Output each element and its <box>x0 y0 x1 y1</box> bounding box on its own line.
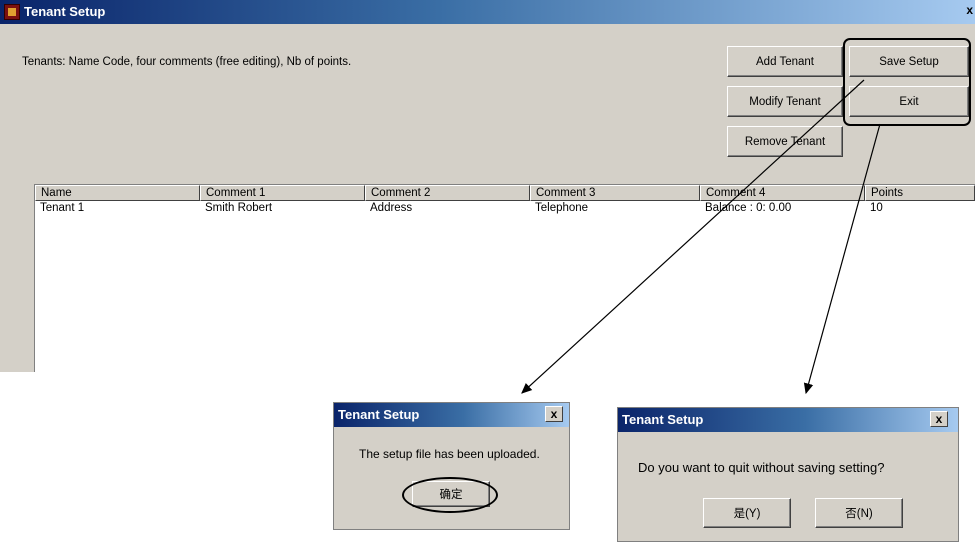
cell-name: Tenant 1 <box>40 202 85 214</box>
list-header: Name Comment 1 Comment 2 Comment 3 Comme… <box>35 185 975 201</box>
cell-comment2: Address <box>370 202 413 214</box>
column-header-comment3[interactable]: Comment 3 <box>530 185 700 201</box>
remove-tenant-button[interactable]: Remove Tenant <box>727 126 843 157</box>
dialog-message: Do you want to quit without saving setti… <box>638 460 885 475</box>
cell-points: 10 <box>870 202 883 214</box>
column-header-comment4[interactable]: Comment 4 <box>700 185 865 201</box>
dialog-title: Tenant Setup <box>622 412 704 427</box>
modify-tenant-button[interactable]: Modify Tenant <box>727 86 843 117</box>
dialog-titlebar[interactable]: Tenant Setup x <box>334 403 569 427</box>
dialog-titlebar[interactable]: Tenant Setup x <box>618 408 958 432</box>
window-titlebar[interactable]: Tenant Setup x <box>0 0 975 24</box>
tenant-list[interactable]: Name Comment 1 Comment 2 Comment 3 Comme… <box>34 184 975 372</box>
ok-highlight <box>402 477 498 513</box>
app-icon <box>4 4 20 20</box>
column-header-comment2[interactable]: Comment 2 <box>365 185 530 201</box>
cell-comment3: Telephone <box>535 202 589 214</box>
no-button[interactable]: 否(N) <box>815 498 903 528</box>
dialog-title: Tenant Setup <box>338 407 420 422</box>
close-icon[interactable]: x <box>545 406 563 422</box>
close-icon[interactable]: x <box>930 411 948 427</box>
column-header-points[interactable]: Points <box>865 185 975 201</box>
upload-dialog: Tenant Setup x The setup file has been u… <box>333 402 570 530</box>
tenant-setup-window: Tenant Setup x Tenants: Name Code, four … <box>0 0 975 372</box>
yes-button[interactable]: 是(Y) <box>703 498 791 528</box>
close-icon[interactable]: x <box>966 3 973 17</box>
table-row[interactable]: Tenant 1 Smith Robert Address Telephone … <box>35 201 975 215</box>
window-title: Tenant Setup <box>24 4 106 19</box>
description-text: Tenants: Name Code, four comments (free … <box>22 56 352 68</box>
dialog-message: The setup file has been uploaded. <box>359 447 540 461</box>
cell-comment1: Smith Robert <box>205 202 273 214</box>
buttons-highlight <box>843 38 971 126</box>
column-header-comment1[interactable]: Comment 1 <box>200 185 365 201</box>
add-tenant-button[interactable]: Add Tenant <box>727 46 843 77</box>
column-header-name[interactable]: Name <box>35 185 200 201</box>
quit-dialog: Tenant Setup x Do you want to quit witho… <box>617 407 959 542</box>
cell-comment4: Balance : 0: 0.00 <box>705 202 792 214</box>
